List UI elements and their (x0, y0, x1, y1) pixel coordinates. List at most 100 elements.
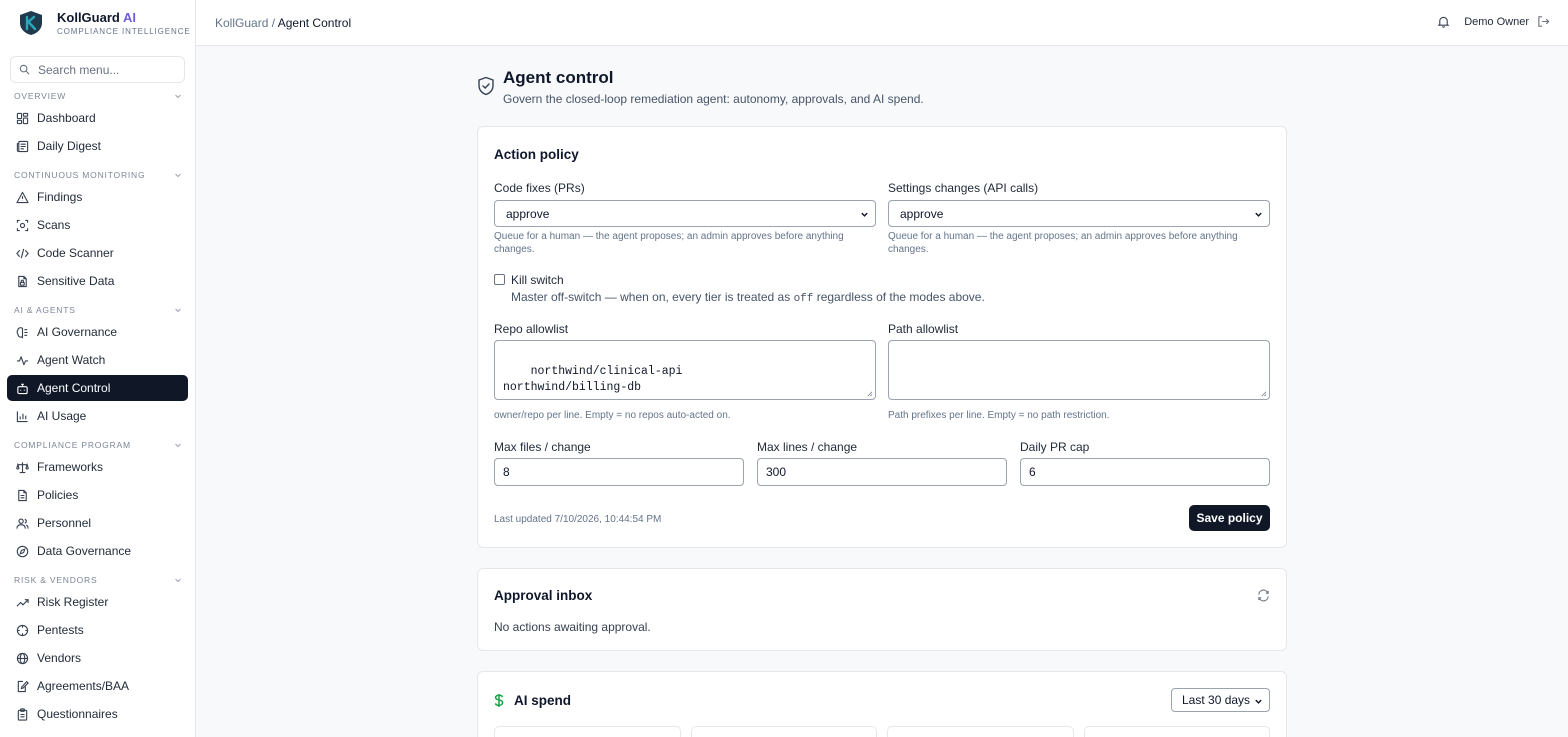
sidebar-item-label: Daily Digest (37, 139, 102, 153)
daily-pr-cap-label: Daily PR cap (1020, 440, 1090, 454)
sidebar-item-agent-control[interactable]: Agent Control (7, 375, 188, 401)
section-header-ai-agents[interactable]: AI & AGENTS (14, 303, 182, 317)
brand-name-text: KollGuard (57, 9, 120, 25)
globe-icon (16, 652, 29, 664)
brand-ai-text: AI (122, 9, 136, 25)
settings-changes-help: Queue for a human — the agent proposes; … (888, 231, 1238, 255)
bell-icon[interactable] (1437, 15, 1450, 28)
sidebar-item-policies[interactable]: Policies (7, 482, 188, 508)
section-title: AI & AGENTS (14, 305, 76, 315)
approval-inbox-card: Approval inbox No actions awaiting appro… (477, 568, 1287, 651)
sidebar-item-data-governance[interactable]: Data Governance (7, 538, 188, 564)
sidebar-search[interactable] (10, 56, 185, 83)
settings-changes-label: Settings changes (API calls) (888, 181, 1039, 195)
resize-grip-icon[interactable] (1260, 390, 1267, 397)
user-area: Demo Owner (1437, 15, 1550, 28)
logout-icon[interactable] (1537, 15, 1550, 28)
sidebar-item-ai-governance[interactable]: AI Governance (7, 319, 188, 345)
search-icon (19, 64, 30, 75)
dollar-icon (494, 694, 504, 707)
daily-pr-cap-input[interactable]: 6 (1020, 458, 1270, 486)
breadcrumb-root[interactable]: KollGuard (215, 16, 268, 30)
repo-allowlist-value: northwind/clinical-api northwind/billing… (503, 364, 683, 395)
sidebar-item-label: Agreements/BAA (37, 679, 130, 693)
breadcrumb: KollGuard / Agent Control (215, 16, 351, 30)
section-title: RISK & VENDORS (14, 575, 98, 585)
section-header-compliance-program[interactable]: COMPLIANCE PROGRAM (14, 438, 182, 452)
sidebar-item-label: Questionnaires (37, 707, 118, 721)
max-lines-label: Max lines / change (757, 440, 858, 454)
section-header-continuous-monitoring[interactable]: CONTINUOUS MONITORING (14, 168, 182, 182)
section-header-risk-vendors[interactable]: RISK & VENDORS (14, 573, 182, 587)
sidebar-item-frameworks[interactable]: Frameworks (7, 454, 188, 480)
code-fixes-label: Code fixes (PRs) (494, 181, 585, 195)
sidebar-item-sensitive-data[interactable]: Sensitive Data (7, 268, 188, 294)
action-policy-title: Action policy (494, 147, 579, 162)
sidebar-item-code-scanner[interactable]: Code Scanner (7, 240, 188, 266)
sidebar-item-personnel[interactable]: Personnel (7, 510, 188, 536)
document-icon (18, 489, 27, 501)
sidebar-item-label: Risk Register (37, 595, 109, 609)
page-subtitle: Govern the closed-loop remediation agent… (503, 92, 924, 106)
chevron-down-icon (1255, 699, 1262, 704)
chevron-down-icon (175, 443, 181, 448)
chevron-down-icon (175, 578, 181, 583)
sidebar-item-vendors[interactable]: Vendors (7, 645, 188, 671)
kill-switch-help-code: off (793, 293, 814, 305)
brand[interactable]: KollGuard AI COMPLIANCE INTELLIGENCE (0, 0, 195, 46)
kollguard-logo-icon (20, 11, 42, 35)
ai-spend-stat-card (494, 726, 681, 737)
max-files-input[interactable]: 8 (494, 458, 744, 486)
code-fixes-help: Queue for a human — the agent proposes; … (494, 231, 844, 255)
sidebar-item-risk-register[interactable]: Risk Register (7, 589, 188, 615)
users-icon (16, 517, 29, 529)
refresh-icon[interactable] (1257, 589, 1270, 602)
sidebar-item-label: Agent Control (37, 381, 111, 395)
user-name[interactable]: Demo Owner (1464, 16, 1529, 28)
sidebar-item-label: Data Governance (37, 544, 132, 558)
sidebar-item-agent-watch[interactable]: Agent Watch (7, 347, 188, 373)
section-title: CONTINUOUS MONITORING (14, 170, 146, 180)
sidebar-item-label: Scans (37, 218, 71, 232)
dashboard-icon (16, 112, 29, 124)
repo-allowlist-textarea[interactable]: northwind/clinical-api northwind/billing… (494, 340, 876, 400)
kill-switch-label[interactable]: Kill switch (511, 273, 564, 287)
section-title: OVERVIEW (14, 91, 67, 101)
sidebar-item-label: Code Scanner (37, 246, 114, 260)
sidebar-item-agreements-baa[interactable]: Agreements/BAA (7, 673, 188, 699)
section-header-overview[interactable]: OVERVIEW (14, 89, 182, 103)
ai-spend-range-select[interactable]: Last 30 days (1171, 688, 1270, 712)
sidebar-item-label: Agent Watch (37, 353, 106, 367)
sidebar-item-label: Frameworks (37, 460, 104, 474)
compass-icon (16, 545, 29, 557)
search-input[interactable] (38, 62, 178, 77)
sidebar-item-daily-digest[interactable]: Daily Digest (7, 133, 188, 159)
repo-allowlist-label: Repo allowlist (494, 322, 569, 336)
settings-changes-select[interactable]: approve (888, 200, 1270, 227)
section-title: COMPLIANCE PROGRAM (14, 440, 131, 450)
crosshair-icon (16, 624, 29, 636)
code-icon (16, 248, 29, 258)
sidebar-item-label: Pentests (37, 623, 84, 637)
trending-up-icon (16, 598, 29, 607)
resize-grip-icon[interactable] (866, 390, 873, 397)
sidebar-item-label: Policies (37, 488, 79, 502)
sidebar-item-pentests[interactable]: Pentests (7, 617, 188, 643)
max-lines-input[interactable]: 300 (757, 458, 1007, 486)
settings-changes-value: approve (900, 206, 944, 221)
path-allowlist-label: Path allowlist (888, 322, 959, 336)
sidebar-item-questionnaires[interactable]: Questionnaires (7, 701, 188, 727)
scan-icon (16, 219, 29, 231)
shield-check-icon (478, 76, 494, 96)
chevron-down-icon (175, 94, 181, 99)
save-policy-button[interactable]: Save policy (1189, 505, 1270, 531)
sidebar-item-ai-usage[interactable]: AI Usage (7, 403, 188, 429)
sidebar-item-scans[interactable]: Scans (7, 212, 188, 238)
last-updated-text: Last updated 7/10/2026, 10:44:54 PM (494, 514, 662, 525)
sidebar-item-dashboard[interactable]: Dashboard (7, 105, 188, 131)
path-allowlist-textarea[interactable] (888, 340, 1270, 400)
kill-switch-checkbox[interactable] (494, 274, 505, 285)
code-fixes-select[interactable]: approve (494, 200, 876, 227)
sidebar-item-label: Dashboard (37, 111, 96, 125)
sidebar-item-findings[interactable]: Findings (7, 184, 188, 210)
